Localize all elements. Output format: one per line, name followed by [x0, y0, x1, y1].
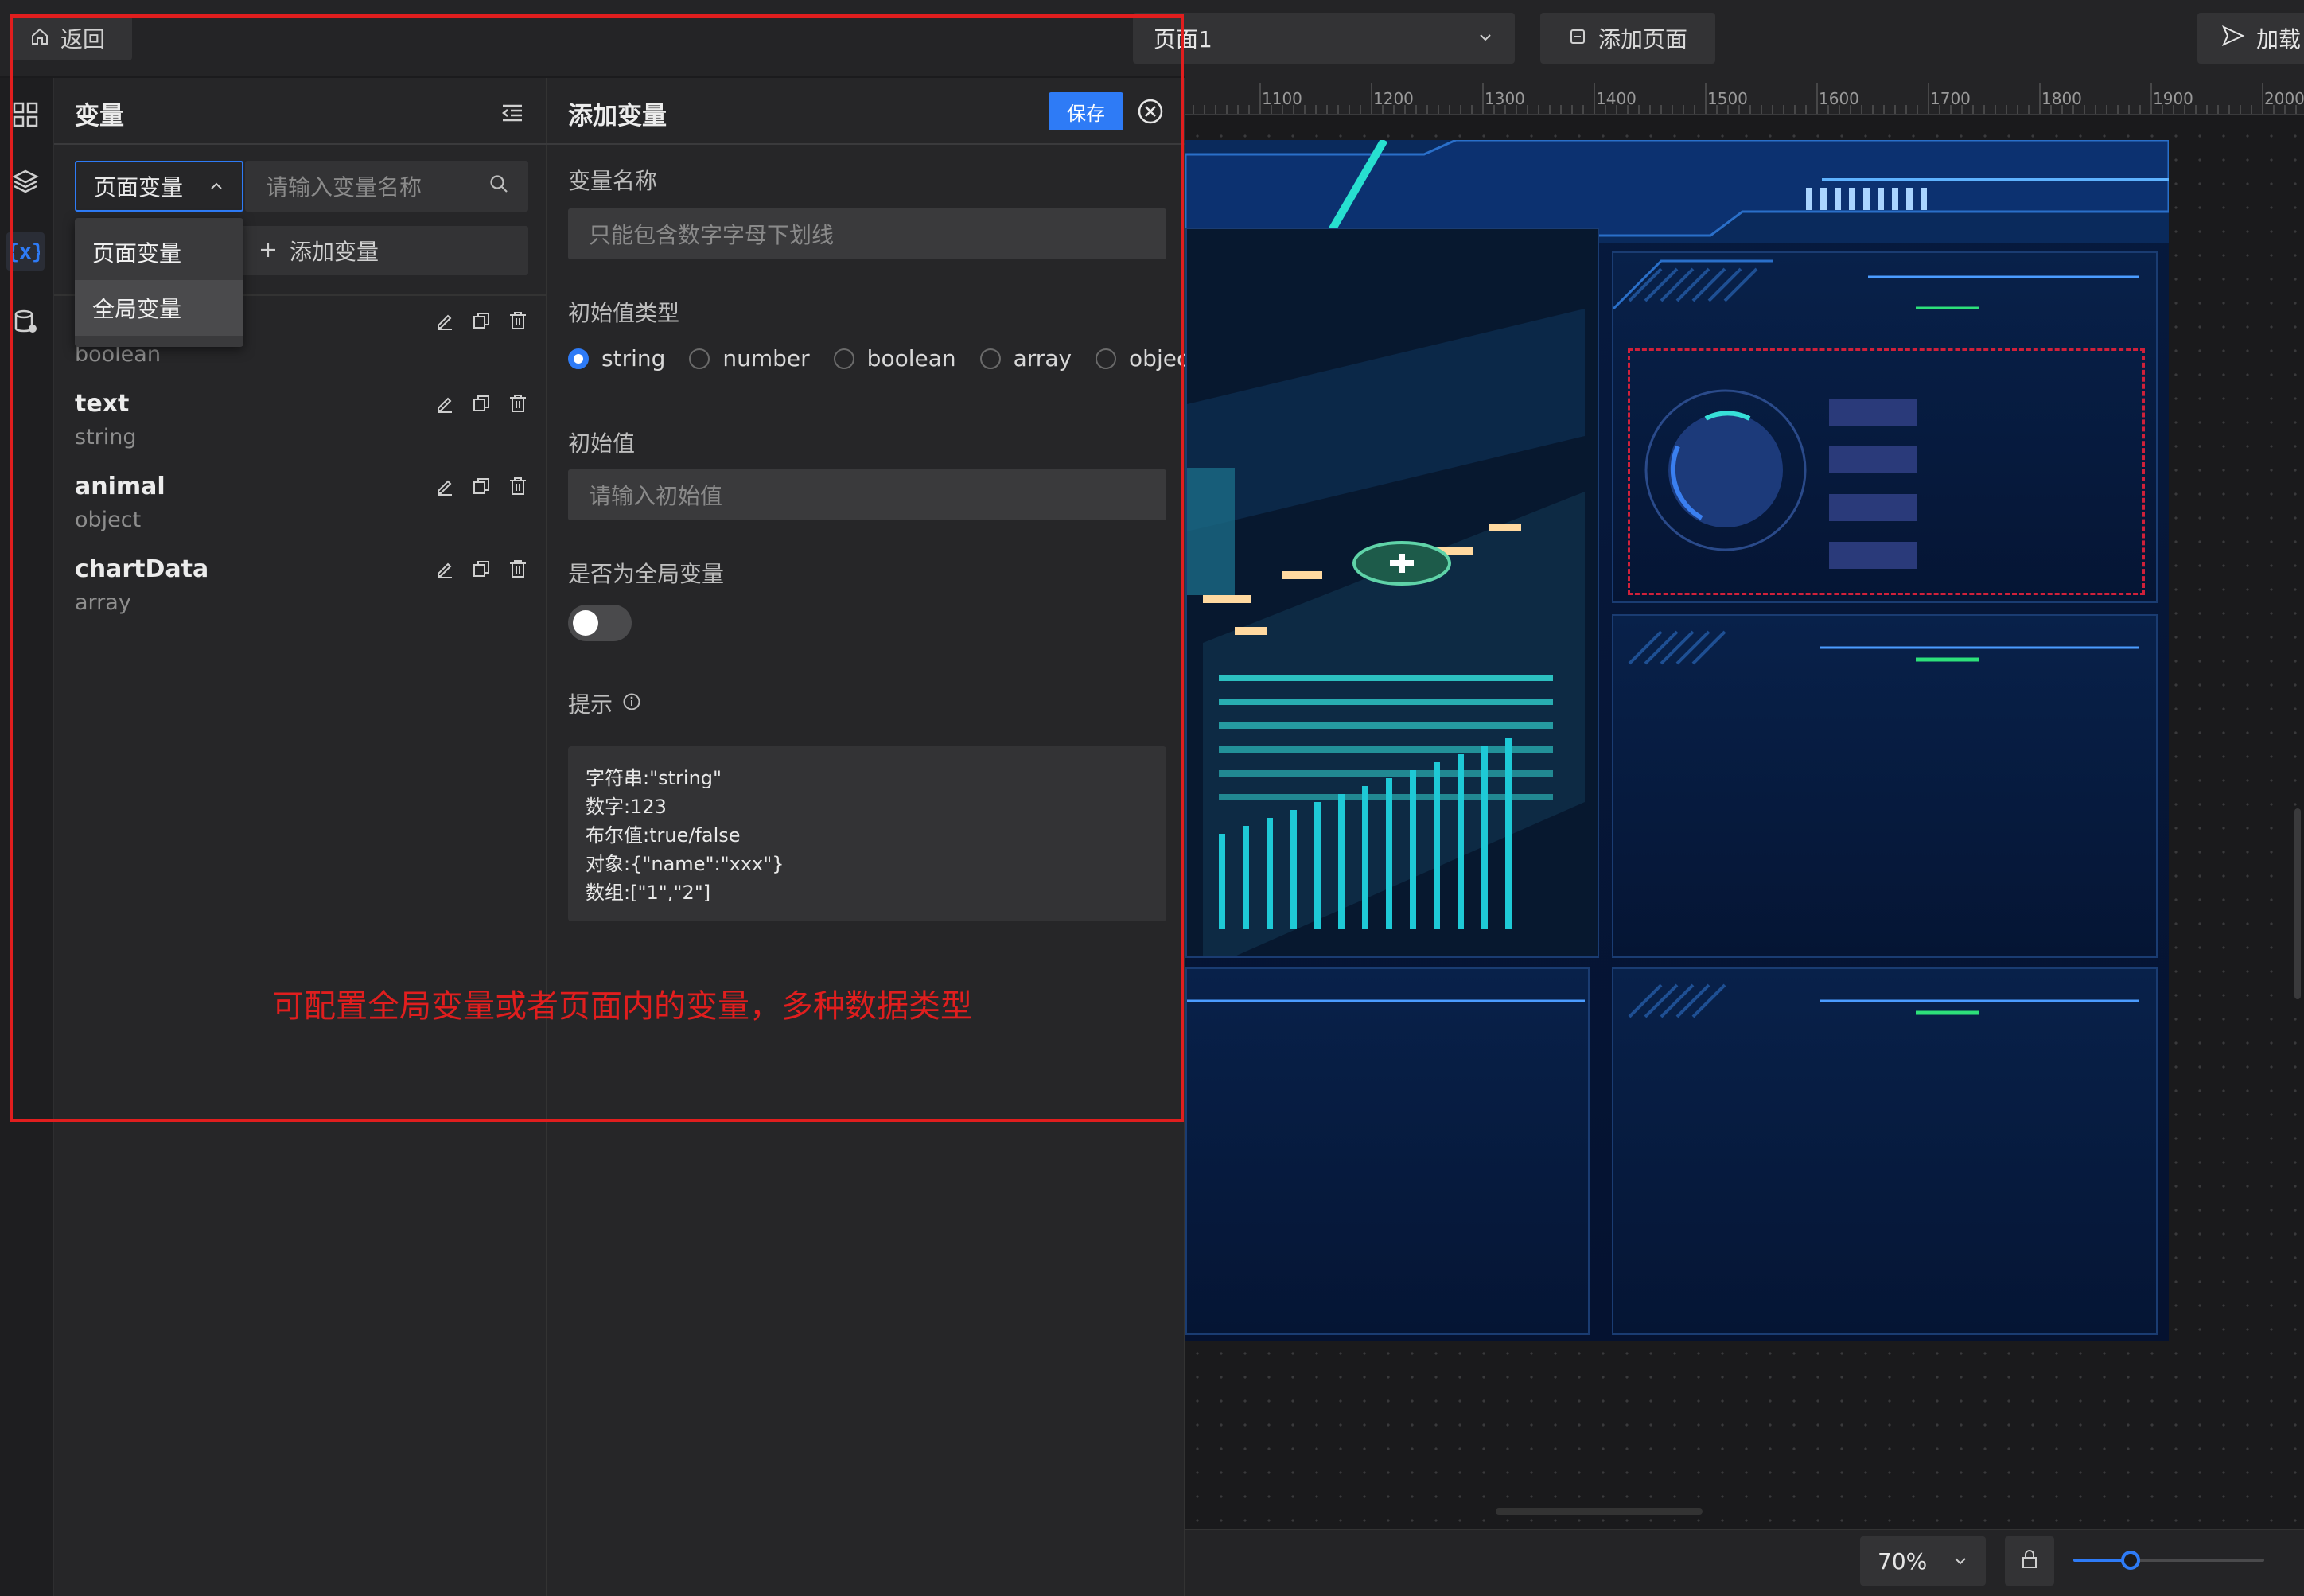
panel-header-decoration [1628, 983, 2139, 1018]
ruler-label: 1500 [1707, 89, 1748, 108]
design-canvas[interactable] [1185, 76, 2304, 1532]
ruler-label: 1100 [1262, 89, 1302, 108]
zoom-slider[interactable] [2073, 1551, 2264, 1570]
horizontal-scrollbar[interactable] [1496, 1508, 1703, 1515]
widget-panel-middle[interactable] [1612, 614, 2158, 958]
ruler-label: 1900 [2153, 89, 2193, 108]
widget-panel-bottom-left[interactable] [1185, 967, 1590, 1335]
ruler-label: 1200 [1373, 89, 1414, 108]
zoom-select[interactable]: 70% [1860, 1536, 1986, 1586]
chevron-down-icon [1952, 1548, 1968, 1575]
ruler-label: 1300 [1485, 89, 1525, 108]
image-panel[interactable] [1185, 228, 1599, 958]
add-page-label: 添加页面 [1598, 26, 1687, 53]
annotation-frame [10, 14, 1184, 1122]
send-icon [2221, 24, 2245, 53]
panel-header-decoration [1187, 999, 1585, 1002]
city-illustration [1187, 229, 1598, 956]
page-select[interactable]: 页面1 [1133, 13, 1515, 64]
ruler-label: 1400 [1596, 89, 1637, 108]
selected-widget[interactable] [1628, 348, 2145, 595]
ruler-label: 1700 [1930, 89, 1971, 108]
dashboard-artboard[interactable] [1185, 140, 2169, 1341]
lock-button[interactable] [2005, 1536, 2054, 1586]
ruler-label: 2000 [2264, 89, 2304, 108]
publish-label: 加载 [2256, 26, 2302, 53]
horizontal-ruler: 1100 1200 1300 1400 1500 1600 1700 1800 … [1185, 76, 2304, 115]
lock-icon [2019, 1549, 2040, 1573]
gauge-widget [1644, 389, 1917, 569]
panel-header-decoration [1612, 259, 2139, 311]
widget-panel-top[interactable] [1612, 251, 2158, 603]
zoom-slider-handle[interactable] [2121, 1551, 2140, 1570]
publish-button[interactable]: 加载 [2197, 13, 2304, 64]
vertical-scrollbar[interactable] [2294, 808, 2301, 999]
chevron-down-icon [1477, 25, 1494, 52]
bottom-toolbar: 70% [1185, 1529, 2304, 1596]
page-add-icon [1568, 25, 1587, 52]
ruler-label: 1800 [2041, 89, 2082, 108]
annotation-text: 可配置全局变量或者页面内的变量，多种数据类型 [272, 988, 972, 1025]
widget-panel-bottom-right[interactable] [1612, 967, 2158, 1335]
ruler-label: 1600 [1819, 89, 1859, 108]
panel-header-decoration [1628, 630, 2139, 665]
add-page-button[interactable]: 添加页面 [1540, 13, 1715, 64]
zoom-value: 70% [1878, 1547, 1928, 1575]
